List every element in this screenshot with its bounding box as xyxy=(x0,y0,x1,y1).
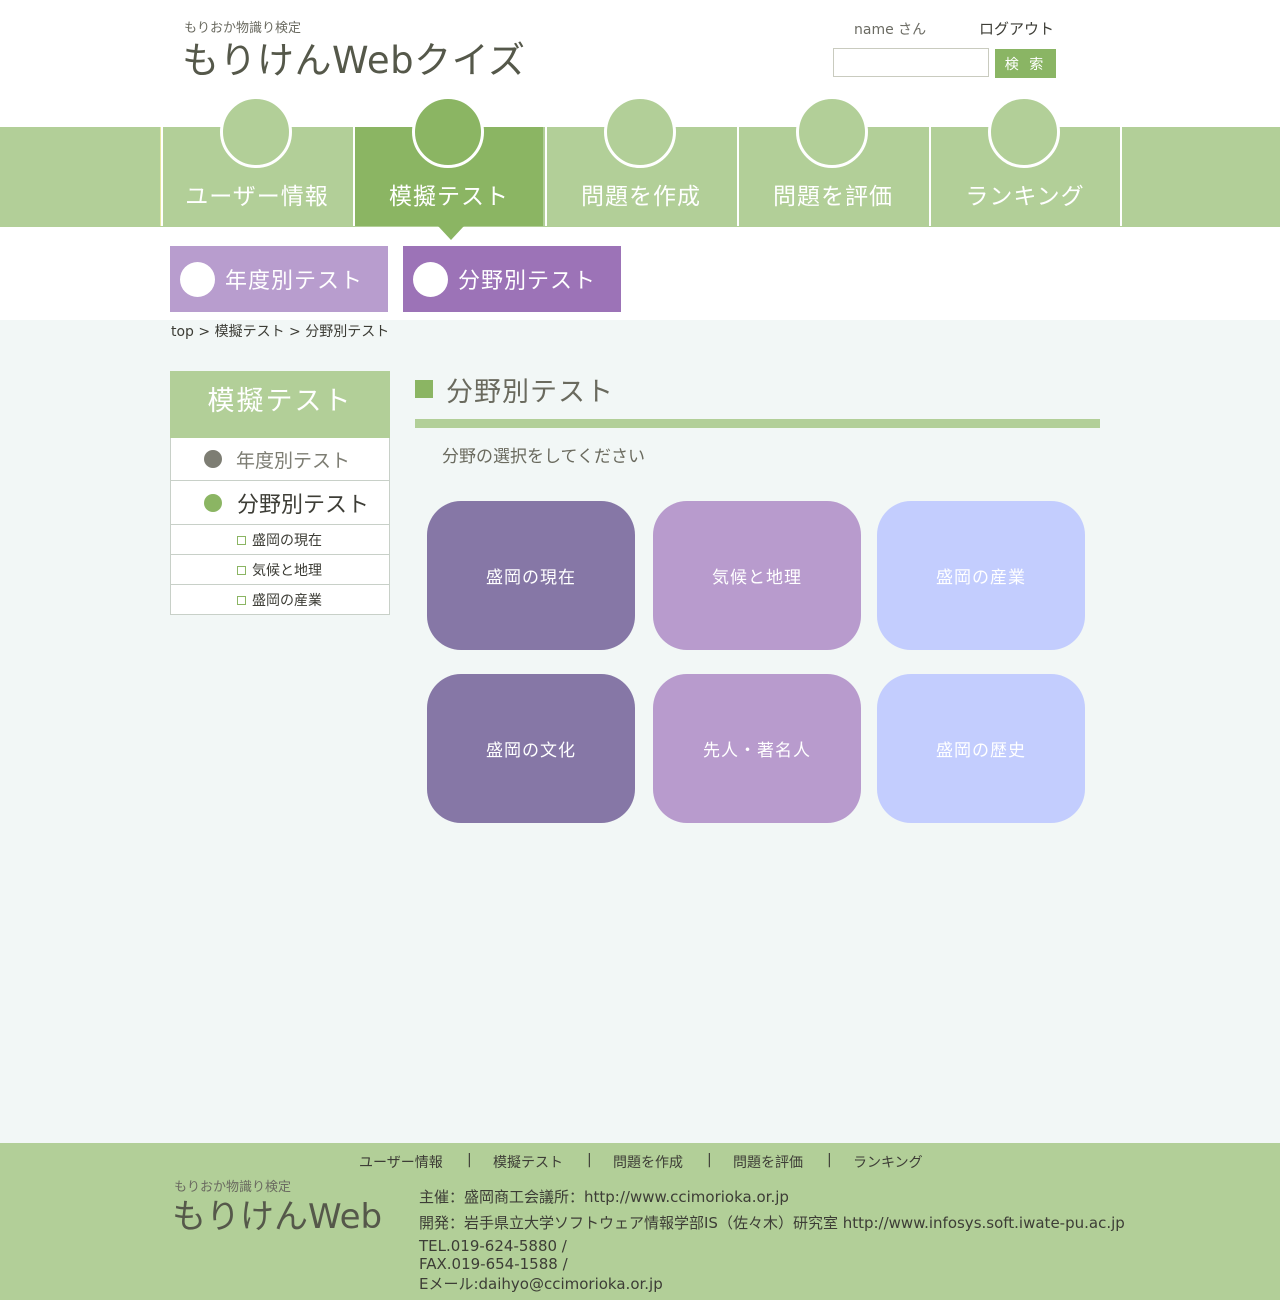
subnav-label: 分野別テスト xyxy=(458,269,597,294)
sidebar-subitem-morioka-industry[interactable]: 盛岡の産業 xyxy=(170,585,390,615)
subnav-yearly-test[interactable]: 年度別テスト xyxy=(170,246,388,312)
footer-link-mock-test[interactable]: 模擬テスト xyxy=(493,1152,563,1172)
circle-icon xyxy=(796,96,868,168)
sidebar-subitem-morioka-now[interactable]: 盛岡の現在 xyxy=(170,525,390,555)
heading-rule xyxy=(415,419,1100,428)
category-button-morioka-culture[interactable]: 盛岡の文化 xyxy=(427,674,635,823)
square-icon xyxy=(237,596,246,605)
subnav-field-test[interactable]: 分野別テスト xyxy=(403,246,621,312)
circle-icon xyxy=(220,96,292,168)
sidebar-item-field-test[interactable]: 分野別テスト xyxy=(170,481,390,525)
breadcrumb-current: 分野別テスト xyxy=(305,324,390,340)
breadcrumb-section-link[interactable]: 模擬テスト xyxy=(215,324,285,340)
circle-icon xyxy=(604,96,676,168)
circle-icon xyxy=(180,261,215,297)
footer-fax: FAX.019-654-1588 / xyxy=(419,1255,568,1273)
category-button-climate-geography[interactable]: 気候と地理 xyxy=(653,501,861,650)
footer-link-ranking[interactable]: ランキング xyxy=(853,1152,923,1172)
footer-separator: | xyxy=(827,1152,832,1168)
footer-sponsor: 主催：盛岡商工会議所：http://www.ccimorioka.or.jp xyxy=(419,1188,789,1206)
footer-email: Eメール:daihyo@ccimorioka.or.jp xyxy=(419,1275,663,1293)
sidebar-subitem-climate-geography[interactable]: 気候と地理 xyxy=(170,555,390,585)
tab-label: 模擬テスト xyxy=(389,184,509,210)
bullet-icon xyxy=(204,450,222,468)
footer-link-create-question[interactable]: 問題を作成 xyxy=(613,1152,683,1172)
square-icon xyxy=(237,536,246,545)
footer-logo: もりけんWeb xyxy=(172,1197,383,1237)
circle-icon xyxy=(412,96,484,168)
breadcrumb-separator: > xyxy=(284,324,306,340)
sidebar-subitem-label: 気候と地理 xyxy=(252,563,322,579)
footer-link-user-info[interactable]: ユーザー情報 xyxy=(359,1152,443,1172)
search-button[interactable]: 検 索 xyxy=(995,49,1056,78)
breadcrumb: top > 模擬テスト > 分野別テスト xyxy=(171,321,389,341)
nav-divider xyxy=(1120,127,1122,226)
tab-label: 問題を作成 xyxy=(581,184,701,210)
category-button-morioka-history[interactable]: 盛岡の歴史 xyxy=(877,674,1085,823)
footer-developer: 開発：岩手県立大学ソフトウェア情報学部IS（佐々木）研究室 http://www… xyxy=(419,1214,1125,1232)
sidebar-item-label: 分野別テスト xyxy=(237,493,370,518)
category-button-notable-people[interactable]: 先人・著名人 xyxy=(653,674,861,823)
footer-separator: | xyxy=(707,1152,712,1168)
search-input[interactable] xyxy=(833,48,989,77)
subnav-label: 年度別テスト xyxy=(225,269,364,294)
breadcrumb-top-link[interactable]: top xyxy=(171,324,194,340)
circle-icon xyxy=(988,96,1060,168)
circle-icon xyxy=(413,261,448,297)
square-icon xyxy=(237,566,246,575)
category-button-morioka-now[interactable]: 盛岡の現在 xyxy=(427,501,635,650)
sidebar-subitem-label: 盛岡の産業 xyxy=(252,593,322,609)
sidebar-subitem-label: 盛岡の現在 xyxy=(252,533,322,549)
active-tab-arrow-icon xyxy=(438,226,464,240)
tab-label: ユーザー情報 xyxy=(185,184,329,210)
footer-link-evaluate-question[interactable]: 問題を評価 xyxy=(733,1152,803,1172)
logout-link[interactable]: ログアウト xyxy=(979,18,1054,39)
tab-label: 問題を評価 xyxy=(773,184,893,210)
footer-tel: TEL.019-624-5880 / xyxy=(419,1237,567,1255)
user-name: name さん xyxy=(854,22,927,38)
bullet-icon xyxy=(204,494,222,512)
tab-label: ランキング xyxy=(965,184,1085,210)
site-title[interactable]: もりけんWebクイズ xyxy=(182,30,526,84)
instruction-text: 分野の選択をしてください xyxy=(442,447,645,467)
footer-separator: | xyxy=(467,1152,472,1168)
sidebar-item-yearly-test[interactable]: 年度別テスト xyxy=(170,438,390,481)
sidebar-heading: 模擬テスト xyxy=(170,371,390,438)
page-title: 分野別テスト xyxy=(446,377,614,408)
sidebar-item-label: 年度別テスト xyxy=(236,450,351,472)
category-button-morioka-industry[interactable]: 盛岡の産業 xyxy=(877,501,1085,650)
breadcrumb-separator: > xyxy=(193,324,215,340)
footer-separator: | xyxy=(587,1152,592,1168)
heading-square-icon xyxy=(415,380,433,398)
